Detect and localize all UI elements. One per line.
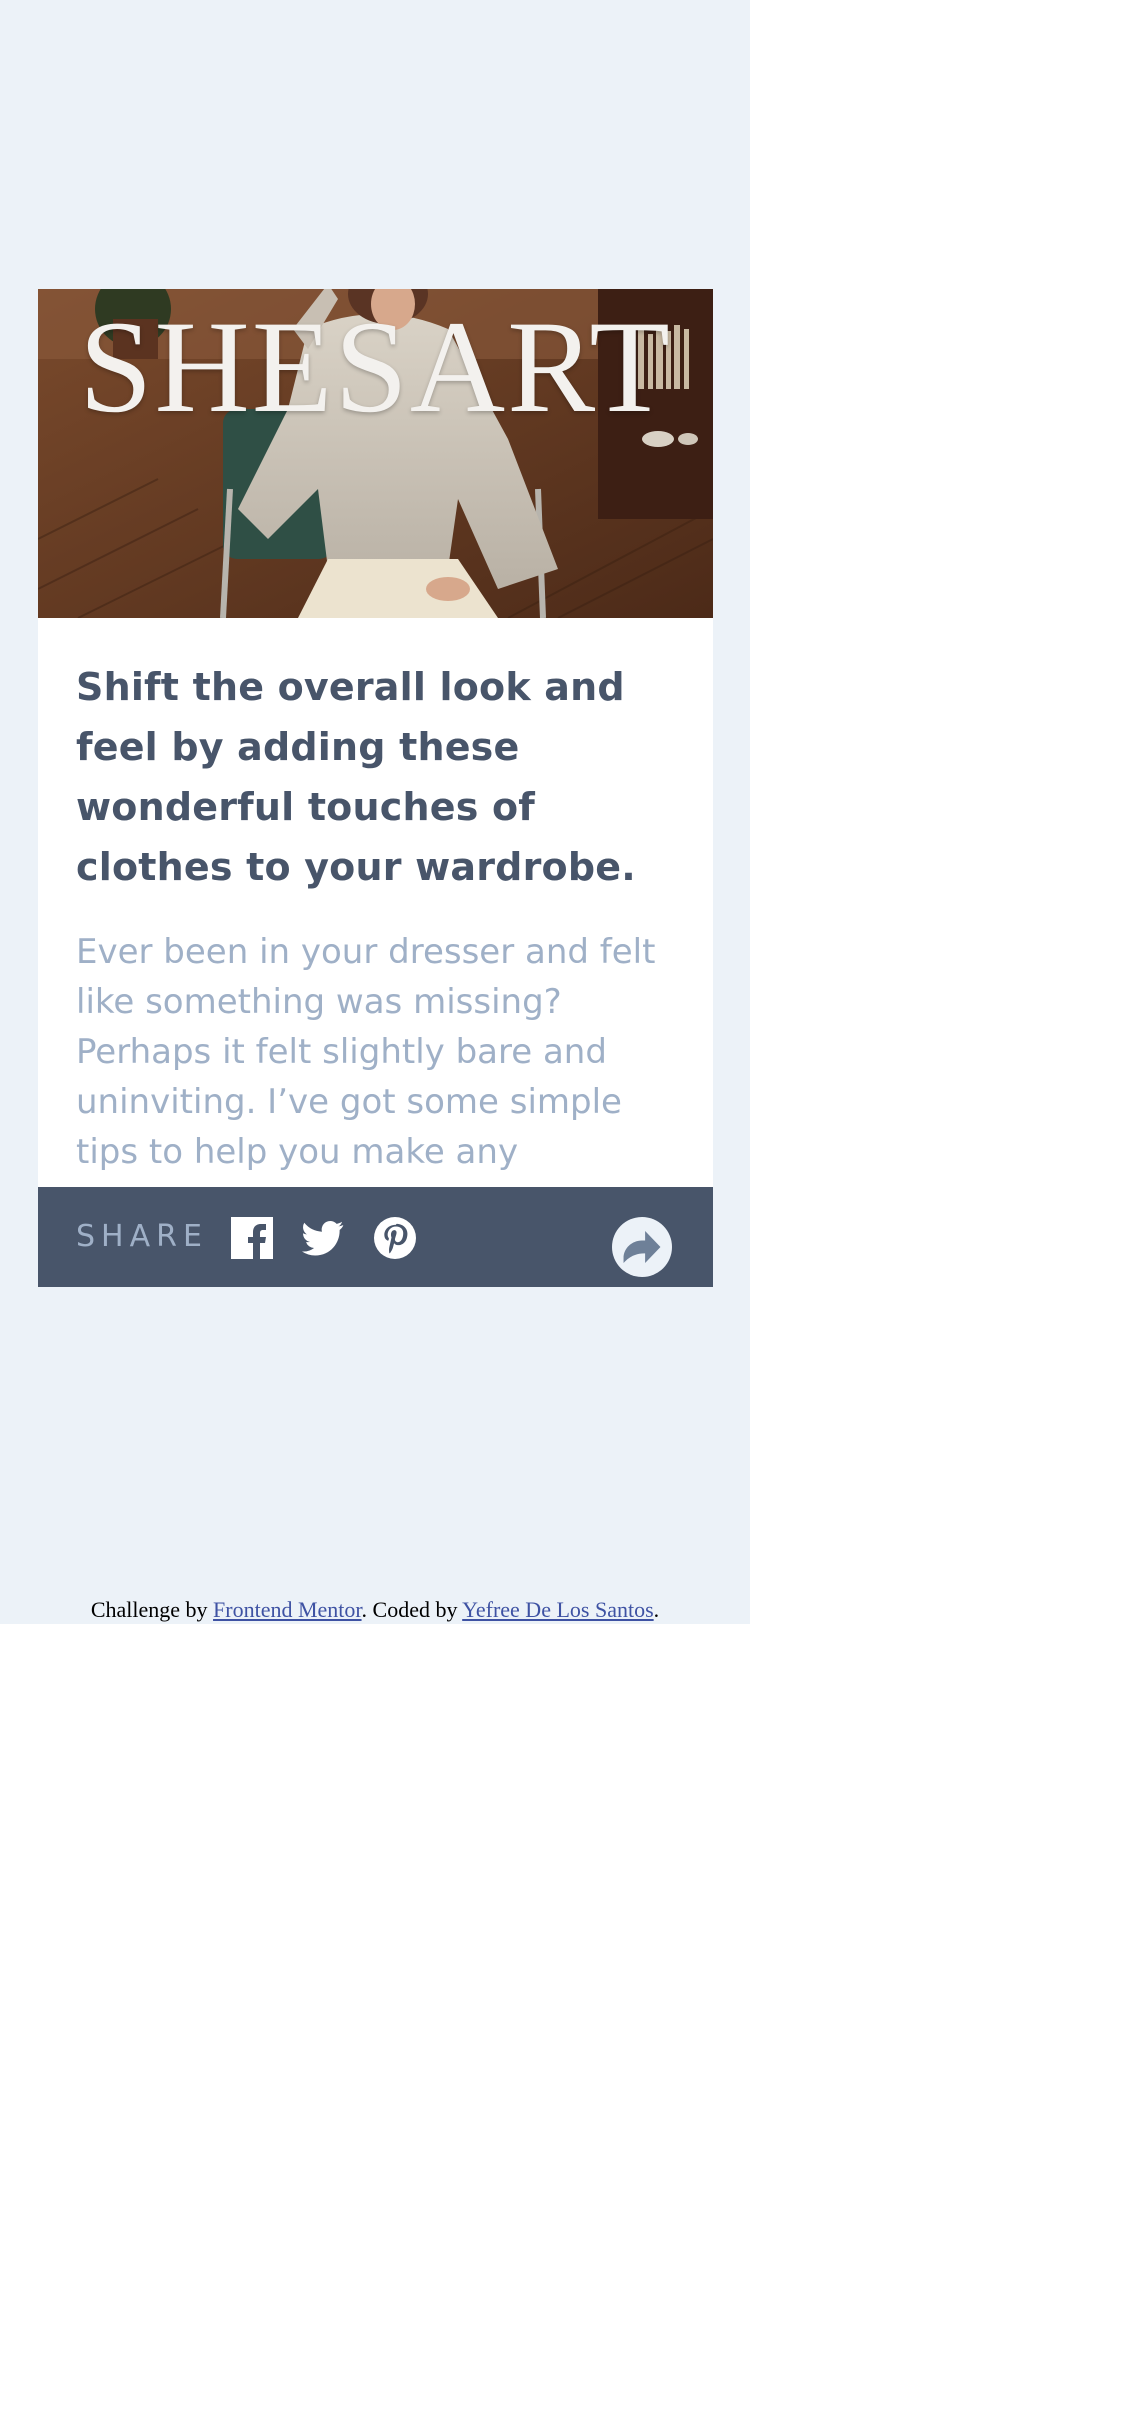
pinterest-icon[interactable] [374, 1217, 416, 1259]
brand-logo-text: SHESART [79, 293, 672, 440]
frontend-mentor-link[interactable]: Frontend Mentor [213, 1597, 362, 1622]
share-label: SHARE [76, 1219, 208, 1254]
twitter-icon[interactable] [302, 1217, 344, 1259]
article-excerpt: Ever been in your dresser and felt like … [76, 932, 656, 1222]
article-card: SHESART Shift the overall look and feel … [38, 289, 713, 1287]
article-headline: Shift the overall look and feel by addin… [76, 665, 636, 889]
share-button[interactable] [612, 1217, 672, 1277]
share-arrow-icon [623, 1231, 661, 1263]
attribution-suffix: . [653, 1597, 660, 1622]
author-link[interactable]: Yefree De Los Santos [462, 1597, 653, 1622]
attribution-middle: . Coded by [361, 1597, 463, 1622]
facebook-icon[interactable] [231, 1217, 273, 1259]
attribution-prefix: Challenge by [90, 1597, 214, 1622]
hero-image: SHESART [38, 289, 713, 618]
share-bar: SHARE [38, 1187, 713, 1287]
attribution: Challenge by Frontend Mentor. Coded by Y… [0, 1597, 750, 1623]
